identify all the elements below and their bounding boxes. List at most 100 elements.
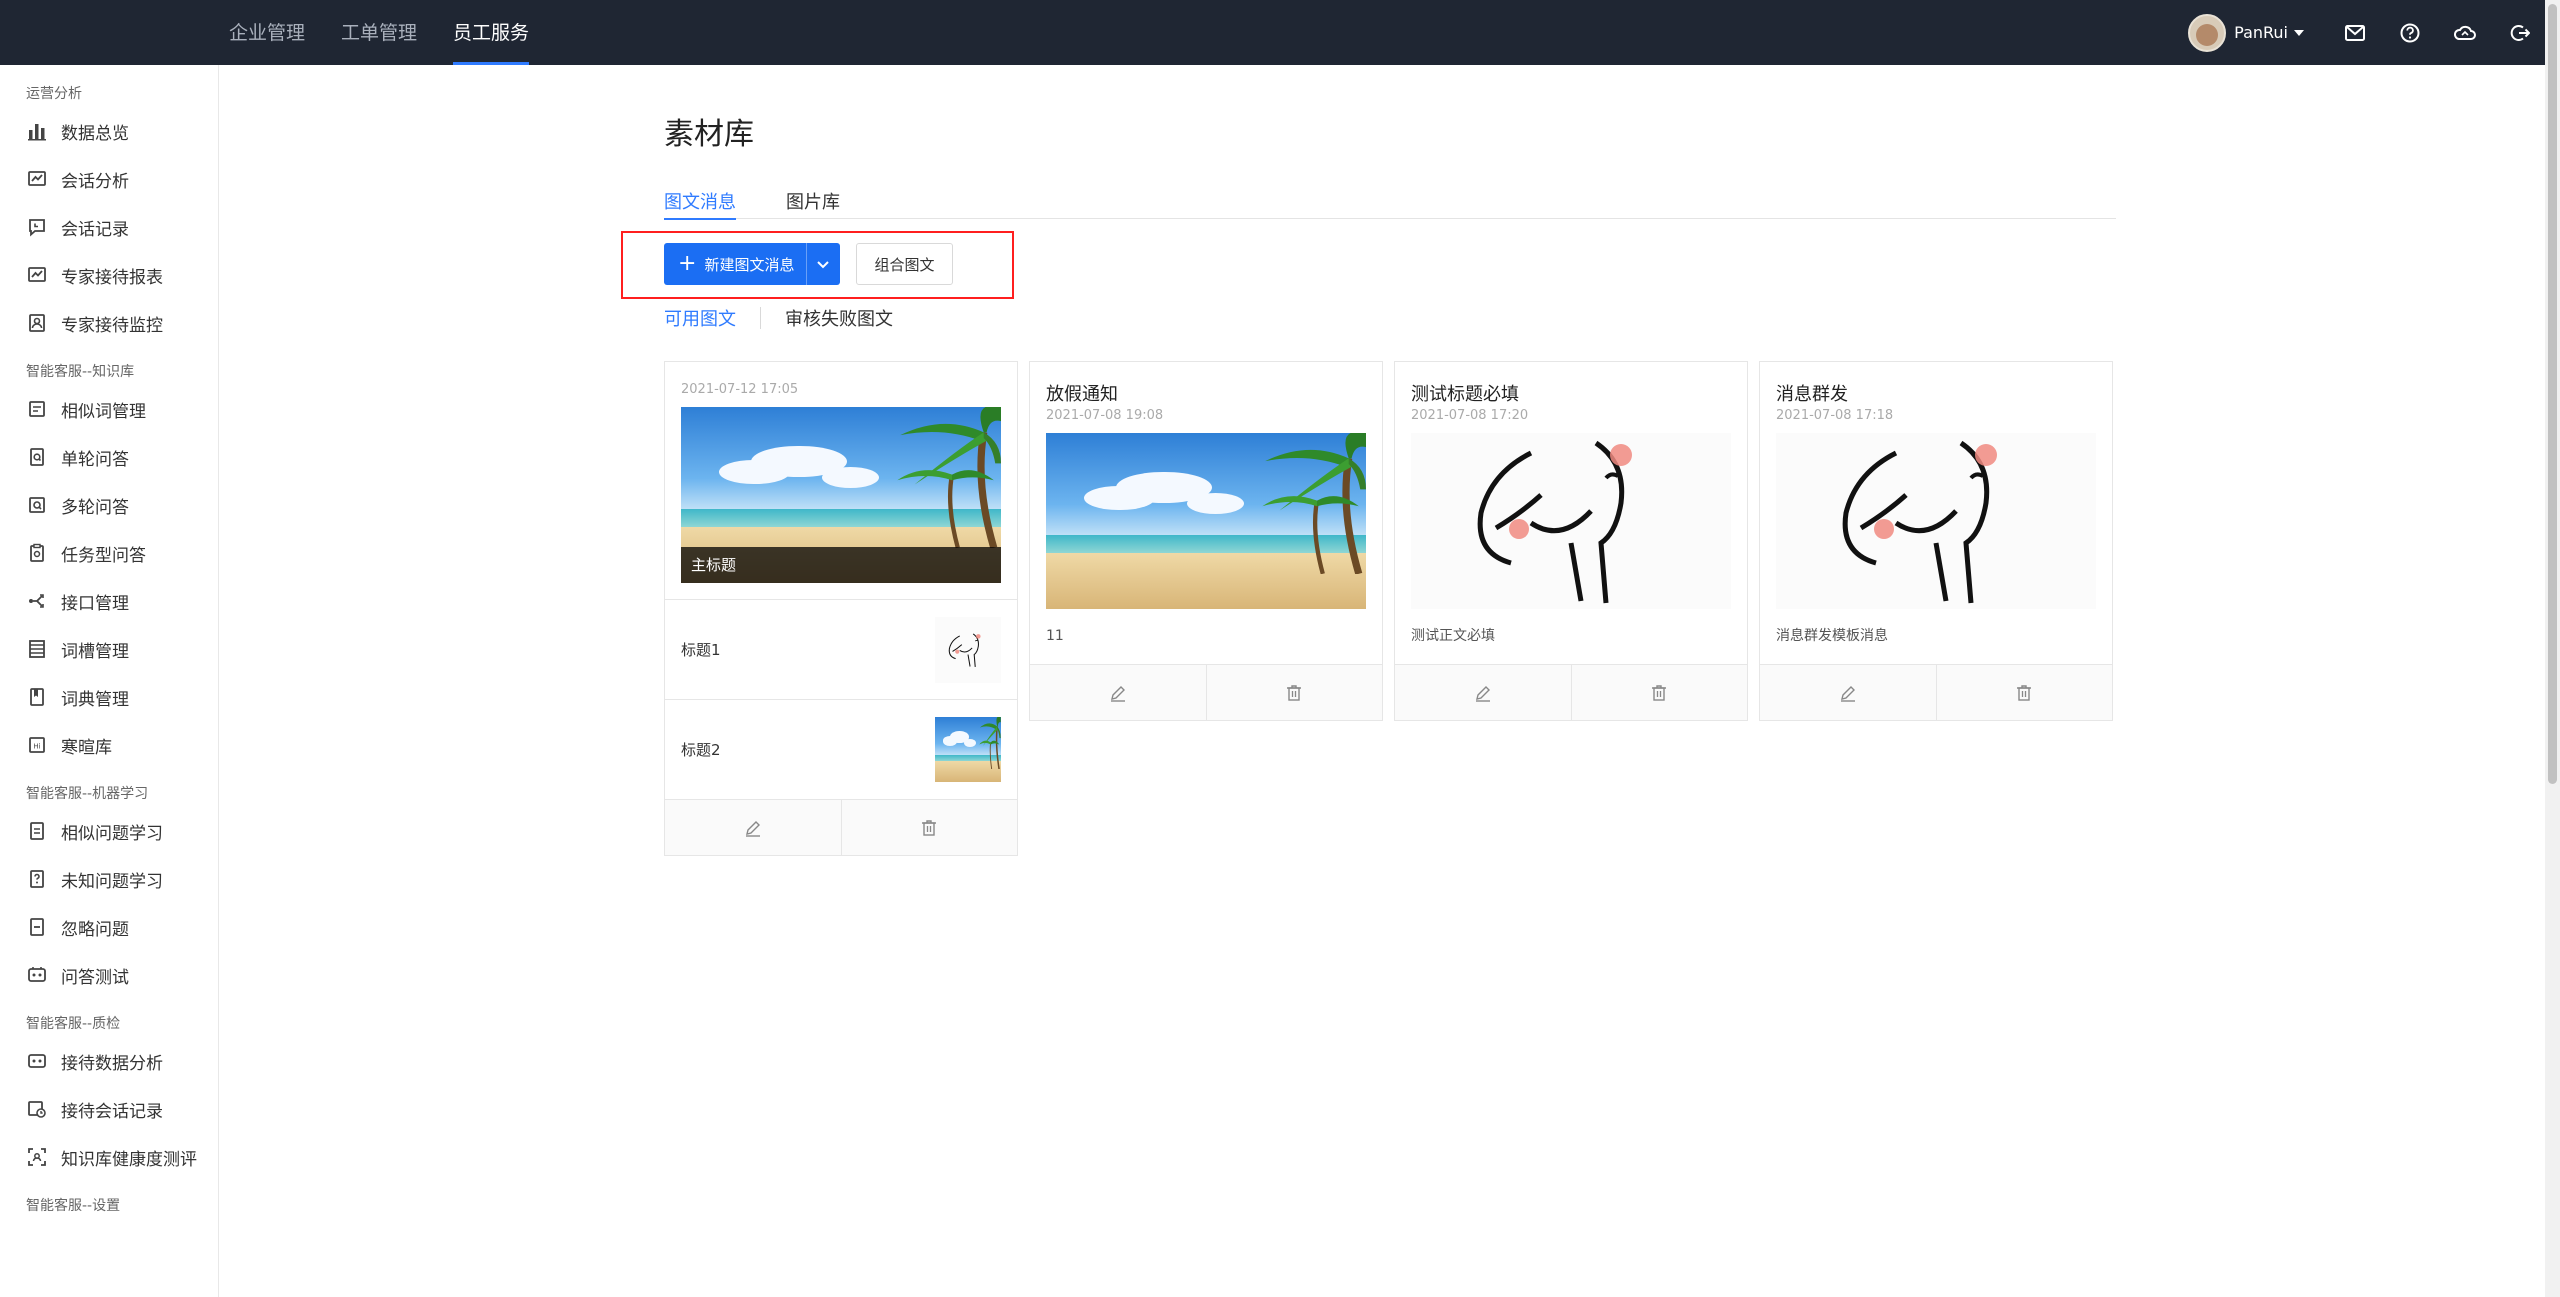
user-menu[interactable]: PanRui	[2234, 23, 2304, 42]
api-icon	[27, 591, 61, 611]
sidebar-item[interactable]: 词典管理	[0, 673, 218, 721]
card-date: 2021-07-12 17:05	[681, 382, 799, 397]
chevron-down-icon[interactable]	[817, 255, 830, 273]
card-title: 放假通知	[1046, 384, 1118, 405]
sketch-face-graphic	[1842, 440, 1997, 604]
cloud-icon[interactable]	[2454, 22, 2476, 44]
card-date: 2021-07-08 17:20	[1411, 408, 1529, 423]
sidebar-group-title: 智能客服--机器学习	[26, 786, 149, 802]
health-scan-icon	[27, 1147, 61, 1167]
news-card[interactable]: 放假通知 2021-07-08 19:08 11	[1029, 361, 1383, 721]
topnav-enterprise-management[interactable]: 企业管理	[229, 0, 305, 65]
caret-down-icon	[2294, 29, 2304, 36]
session-record-icon	[27, 1099, 61, 1119]
sidebar-item[interactable]: 忽略问题	[0, 903, 218, 951]
sidebar-item[interactable]: 数据总览	[0, 107, 218, 155]
sidebar-item-label: 问答测试	[61, 967, 129, 988]
topnav-employee-service[interactable]: 员工服务	[453, 0, 530, 65]
palm-tree-graphic	[979, 716, 1001, 770]
sidebar-item[interactable]: 单轮问答	[0, 433, 218, 481]
sidebar-item-label: 专家接待报表	[61, 267, 163, 288]
card-date: 2021-07-08 17:18	[1776, 408, 1894, 423]
sidebar-item[interactable]: 会话分析	[0, 155, 218, 203]
edit-button[interactable]	[1760, 665, 1936, 720]
trash-icon	[1284, 683, 1304, 703]
sidebar-item-label: 单轮问答	[61, 449, 129, 470]
top-right-tools: PanRui	[2188, 0, 2545, 65]
edit-button[interactable]	[665, 800, 841, 855]
button-divider	[806, 243, 808, 285]
material-tabs: 图文消息 图片库	[664, 185, 2116, 220]
news-card[interactable]: 消息群发 2021-07-08 17:18 消息群发模板消息	[1759, 361, 2113, 721]
sidebar-item-label: 多轮问答	[61, 497, 129, 518]
dictionary-icon	[27, 687, 61, 707]
card-description: 11	[1046, 628, 1064, 644]
greeting-icon: Hi	[27, 735, 61, 755]
qa-test-icon	[27, 965, 61, 985]
mail-icon[interactable]	[2344, 22, 2366, 44]
sidebar-item[interactable]: 专家接待监控	[0, 299, 218, 347]
delete-button[interactable]	[1570, 665, 1748, 720]
line-chart-icon	[27, 265, 61, 285]
card-description: 测试正文必填	[1411, 628, 1495, 644]
palm-tree-graphic	[1262, 433, 1366, 574]
sidebar-item[interactable]: 会话记录	[0, 203, 218, 251]
edit-icon	[1108, 683, 1128, 703]
sidebar-item[interactable]: 未知问题学习	[0, 855, 218, 903]
news-card[interactable]: 测试标题必填 2021-07-08 17:20 测试正文必填	[1394, 361, 1748, 721]
sidebar-item-label: 数据总览	[61, 123, 129, 144]
list-item[interactable]: 标题1	[665, 599, 1017, 699]
avatar[interactable]	[2188, 13, 2227, 52]
page-scrollbar[interactable]	[2545, 0, 2560, 1297]
svg-text:Hi: Hi	[33, 743, 40, 751]
subtab-review-failed[interactable]: 审核失败图文	[785, 305, 893, 331]
edit-icon	[743, 818, 763, 838]
top-navigation-bar: 企业管理 工单管理 员工服务 PanRui	[0, 0, 2545, 65]
chat-record-icon	[27, 217, 61, 237]
help-icon[interactable]	[2399, 22, 2421, 44]
delete-button[interactable]	[840, 800, 1018, 855]
delete-button[interactable]	[1935, 665, 2113, 720]
bar-chart-icon	[27, 121, 61, 141]
combine-news-button[interactable]: 组合图文	[856, 243, 953, 285]
edit-icon	[1473, 683, 1493, 703]
cloud-shape	[1084, 485, 1155, 511]
sidebar-item-label: 任务型问答	[61, 545, 146, 566]
new-news-label: 新建图文消息	[704, 255, 795, 274]
palm-tree-graphic	[897, 407, 1001, 548]
sidebar-item[interactable]: 问答测试	[0, 951, 218, 999]
sidebar-item[interactable]: 任务型问答	[0, 529, 218, 577]
sidebar-item[interactable]: Hi 寒暄库	[0, 721, 218, 769]
news-card[interactable]: 2021-07-12 17:05 主标题 标题1 标题2	[664, 361, 1018, 856]
delete-button[interactable]	[1205, 665, 1383, 720]
list-item[interactable]: 标题2	[665, 699, 1017, 799]
edit-button[interactable]	[1395, 665, 1571, 720]
tab-image-library[interactable]: 图片库	[786, 185, 840, 219]
sidebar-item[interactable]: 词槽管理	[0, 625, 218, 673]
slot-icon	[27, 639, 61, 659]
sidebar-item[interactable]: 接口管理	[0, 577, 218, 625]
sidebar-item[interactable]: 多轮问答	[0, 481, 218, 529]
edit-button[interactable]	[1030, 665, 1206, 720]
sub-article-thumbnail	[935, 616, 1001, 683]
sidebar-item[interactable]: 相似词管理	[0, 385, 218, 433]
trash-icon	[919, 818, 939, 838]
sidebar-item[interactable]: 接待会话记录	[0, 1085, 218, 1133]
scrollbar-thumb[interactable]	[2548, 4, 2557, 784]
plus-icon: +	[678, 251, 697, 276]
new-news-button[interactable]: + 新建图文消息	[664, 243, 840, 285]
sidebar-item[interactable]: 相似问题学习	[0, 807, 218, 855]
subtab-available[interactable]: 可用图文	[664, 305, 736, 331]
logout-icon[interactable]	[2509, 22, 2531, 44]
tab-news[interactable]: 图文消息	[664, 185, 736, 220]
sidebar-item-label: 接待会话记录	[61, 1101, 163, 1122]
sidebar-group-title: 智能客服--知识库	[26, 364, 135, 380]
topnav-ticket-management[interactable]: 工单管理	[341, 0, 417, 65]
sidebar-item[interactable]: 知识库健康度测评	[0, 1133, 218, 1181]
subtab-separator	[760, 307, 761, 329]
sidebar-item[interactable]: 接待数据分析	[0, 1037, 218, 1085]
sidebar-item[interactable]: 专家接待报表	[0, 251, 218, 299]
sidebar-item-label: 寒暄库	[61, 737, 112, 758]
similar-word-icon	[27, 399, 61, 419]
card-cover-image	[1776, 433, 2096, 609]
